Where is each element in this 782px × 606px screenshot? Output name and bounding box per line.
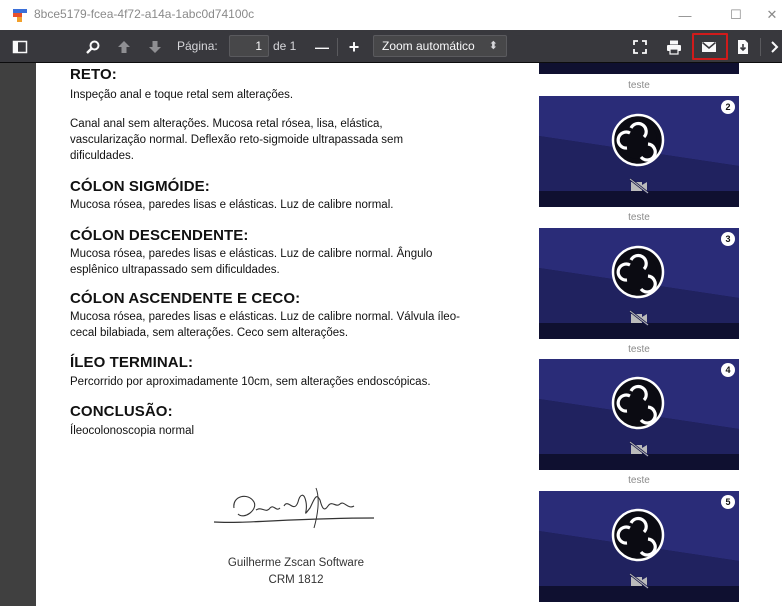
print-icon: [667, 40, 681, 55]
presentation-mode-button[interactable]: [630, 37, 650, 57]
thumbnail-5[interactable]: 5: [539, 491, 739, 602]
camera-off-icon: [629, 178, 649, 194]
section-heading-reto: RETO:: [70, 66, 117, 83]
double-chevron-icon: [771, 41, 779, 53]
arrow-up-icon: [118, 41, 130, 53]
thumbnail-1[interactable]: [539, 63, 739, 74]
section-heading-sigmoide: CÓLON SIGMÓIDE:: [70, 178, 210, 195]
title-bar: 8bce5179-fcea-4f72-a14a-1abc0d74100c — ☐…: [0, 0, 782, 30]
thumbnail-number-badge: 2: [721, 100, 735, 114]
thumbnail-number-badge: 4: [721, 363, 735, 377]
tools-button[interactable]: [766, 37, 782, 57]
previous-page-button[interactable]: [114, 37, 134, 57]
sidebar-toggle-icon: [12, 40, 28, 54]
camera-off-icon: [629, 573, 649, 589]
select-arrow-icon: ⬍: [488, 40, 498, 52]
section-text: Mucosa rósea, paredes lisas e elásticas.…: [70, 199, 394, 211]
pdf-toolbar: Página: 1 de 1 — + Zoom automático ⬍: [0, 30, 782, 63]
zoom-out-button[interactable]: —: [312, 37, 332, 57]
print-button[interactable]: [664, 37, 684, 57]
maximize-button[interactable]: ☐: [716, 0, 756, 30]
thumbnail-3[interactable]: 3: [539, 228, 739, 339]
thumbnail-2[interactable]: 2: [539, 96, 739, 207]
thumbnail-number-badge: 5: [721, 495, 735, 509]
arrow-down-icon: [149, 41, 161, 53]
image-thumbnails: teste 2 teste 3 teste 4 teste 5: [539, 63, 782, 606]
pdf-viewer-window: 8bce5179-fcea-4f72-a14a-1abc0d74100c — ☐…: [0, 0, 782, 606]
sidebar-toggle-button[interactable]: [10, 37, 30, 57]
signer-name: Guilherme Zscan Software: [227, 557, 365, 569]
download-icon: [738, 40, 748, 54]
camera-off-icon: [629, 441, 649, 457]
toolbar-separator-right: [760, 38, 761, 56]
obs-logo-icon: [611, 508, 665, 562]
page-number-input[interactable]: 1: [229, 35, 269, 57]
thumbnail-4[interactable]: 4: [539, 359, 739, 470]
next-page-button[interactable]: [145, 37, 165, 57]
app-logo-icon: [13, 9, 27, 22]
signature-image: [213, 487, 375, 529]
section-heading-ileo: ÍLEO TERMINAL:: [70, 354, 194, 371]
viewer-container[interactable]: RETO: Inspeção anal e toque retal sem al…: [0, 63, 782, 606]
window-title: 8bce5179-fcea-4f72-a14a-1abc0d74100c: [34, 7, 255, 21]
obs-logo-icon: [611, 376, 665, 430]
thumbnail-label: teste: [628, 212, 650, 223]
download-button[interactable]: [733, 37, 753, 57]
section-text: Percorrido por aproximadamente 10cm, sem…: [70, 376, 431, 388]
page-count: de 1: [273, 39, 297, 53]
signer-block: Guilherme Zscan Software CRM 1812: [196, 555, 396, 589]
pdf-page: RETO: Inspeção anal e toque retal sem al…: [36, 63, 782, 606]
thumbnail-label: teste: [628, 475, 650, 486]
section-heading-descendente: CÓLON DESCENDENTE:: [70, 227, 249, 244]
section-heading-ascendente: CÓLON ASCENDENTE E CECO:: [70, 290, 301, 307]
find-button[interactable]: [83, 37, 103, 57]
email-button-highlight: [692, 33, 728, 60]
zoom-select-value: Zoom automático: [382, 39, 475, 53]
section-text: Mucosa rósea, paredes lisas e elásticas.…: [70, 311, 460, 339]
section-text: Inspeção anal e toque retal sem alteraçõ…: [70, 89, 294, 101]
thumbnail-label: teste: [628, 344, 650, 355]
section-text: Canal anal sem alterações. Mucosa retal …: [70, 118, 404, 162]
zoom-select[interactable]: Zoom automático ⬍: [373, 35, 507, 57]
section-heading-conclusao: CONCLUSÃO:: [70, 403, 173, 420]
report-body: RETO: Inspeção anal e toque retal sem al…: [70, 66, 490, 439]
signer-crm: CRM 1812: [268, 574, 324, 586]
thumbnail-background: [539, 63, 739, 74]
section-text: Íleocolonoscopia normal: [70, 425, 195, 437]
minimize-button[interactable]: —: [665, 0, 705, 30]
page-label: Página:: [177, 39, 218, 53]
search-icon: [86, 40, 100, 54]
obs-logo-icon: [611, 245, 665, 299]
fullscreen-icon: [633, 40, 647, 54]
thumbnail-label: teste: [628, 80, 650, 91]
camera-off-icon: [629, 310, 649, 326]
zoom-in-button[interactable]: +: [344, 37, 364, 57]
obs-logo-icon: [611, 113, 665, 167]
close-button[interactable]: ✕: [752, 0, 782, 30]
toolbar-separator: [337, 38, 338, 56]
section-text: Mucosa rósea, paredes lisas e elásticas.…: [70, 248, 433, 276]
thumbnail-number-badge: 3: [721, 232, 735, 246]
